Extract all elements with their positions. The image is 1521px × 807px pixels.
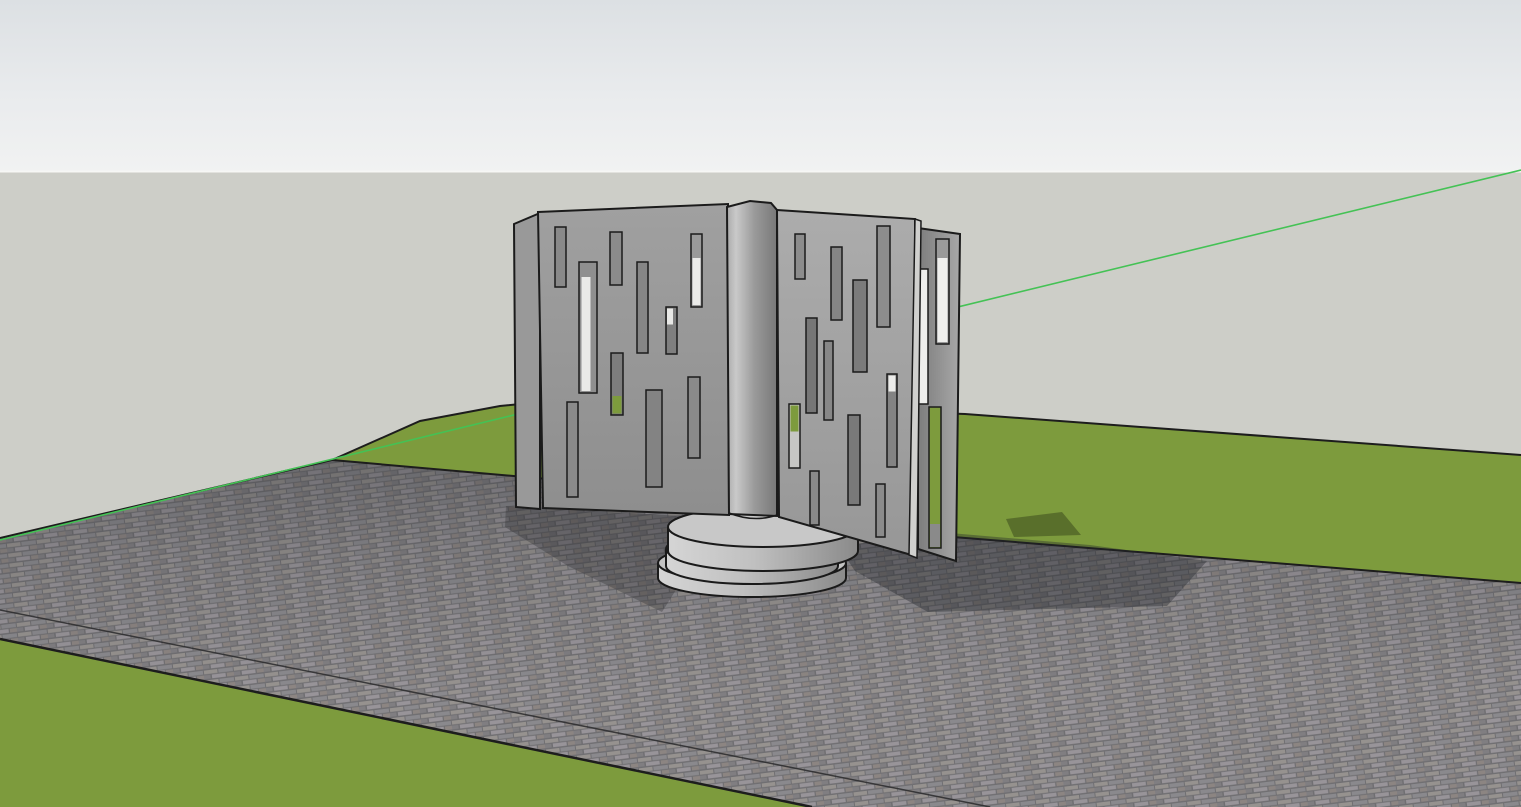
book-spine [727,201,777,516]
right-page-slot-7-grass [791,406,799,432]
right-page-slot-10 [876,484,885,537]
right-page-slot-1 [795,234,805,279]
right-page-slot-11 [810,471,819,525]
right-page-slot-8 [848,415,860,505]
left-page-slot-4 [637,262,648,353]
back-left-page [514,213,540,509]
left-page-slot-6-light [693,258,701,305]
back-right-slot-white-light [938,258,948,342]
left-page-slot-10 [688,377,700,458]
left-page-slot-2-light [582,277,591,391]
sky [0,0,1521,172]
right-page-slot-5 [806,318,817,413]
sketchup-viewport[interactable] [0,0,1521,807]
right-page-slot-2 [831,247,842,320]
left-page-slot-7-grass [613,396,622,414]
left-page-slot-1 [555,227,566,287]
right-page-slot-9-light [889,376,896,392]
left-page-slot-8 [567,402,578,497]
back-right-slot-grass-gray [930,524,940,547]
right-page-slot-3 [853,280,867,372]
left-page-slot-9 [646,390,662,487]
scene-canvas[interactable] [0,0,1521,807]
left-page-slot-3 [610,232,622,285]
left-page-slot-5-light [667,309,673,325]
right-page-slot-4 [877,226,890,327]
right-page-slot-6 [824,341,833,420]
